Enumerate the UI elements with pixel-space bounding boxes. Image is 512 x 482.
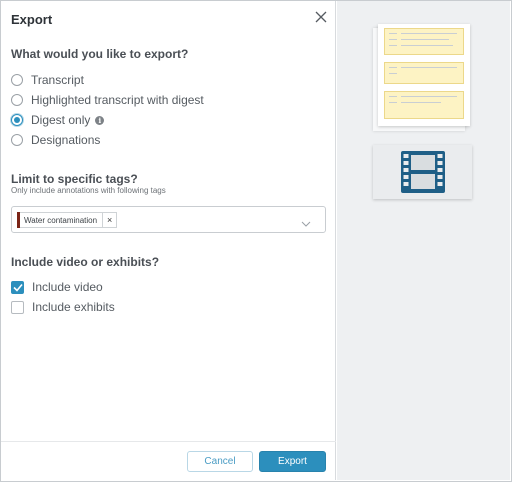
radio-transcript[interactable] xyxy=(11,74,23,86)
document-stack-preview xyxy=(373,24,470,131)
option-highlighted-transcript[interactable]: Highlighted transcript with digest xyxy=(11,92,204,108)
export-type-heading: What would you like to export? xyxy=(11,47,189,61)
chevron-down-icon[interactable] xyxy=(301,215,311,233)
option-digest-only-label: Digest only xyxy=(31,113,91,127)
tag-color-swatch xyxy=(17,212,20,228)
tag-chip: Water contamination × xyxy=(17,212,118,228)
tag-chip-label: Water contamination xyxy=(24,215,98,225)
radio-highlighted-transcript[interactable] xyxy=(11,94,23,106)
option-transcript-label: Transcript xyxy=(31,73,84,87)
checkbox-include-video[interactable] xyxy=(11,280,24,294)
export-button[interactable]: Export xyxy=(259,451,326,472)
highlight-band xyxy=(384,28,464,55)
option-transcript[interactable]: Transcript xyxy=(11,72,84,88)
close-icon[interactable] xyxy=(313,9,329,25)
dialog-title: Export xyxy=(11,12,53,27)
tag-select[interactable]: Water contamination × xyxy=(11,206,326,233)
tags-heading: Limit to specific tags? xyxy=(11,172,138,186)
document-page-front xyxy=(378,24,470,126)
footer-divider xyxy=(1,441,336,442)
option-include-exhibits[interactable]: Include exhibits xyxy=(11,299,115,315)
film-icon xyxy=(400,151,445,193)
radio-designations[interactable] xyxy=(11,134,23,146)
preview-pane xyxy=(337,1,510,480)
option-include-video[interactable]: Include video xyxy=(11,279,103,295)
highlight-band xyxy=(384,91,464,119)
checkmark-icon xyxy=(12,283,23,292)
option-include-exhibits-label: Include exhibits xyxy=(32,300,115,314)
tag-remove-icon[interactable]: × xyxy=(102,213,116,227)
tags-subtext: Only include annotations with following … xyxy=(11,186,166,195)
checkbox-include-exhibits[interactable] xyxy=(11,300,24,314)
option-designations-label: Designations xyxy=(31,133,101,147)
cancel-button[interactable]: Cancel xyxy=(187,451,253,472)
export-dialog: Export What would you like to export? Tr… xyxy=(1,1,336,480)
option-digest-only[interactable]: Digest only i xyxy=(11,112,105,128)
option-highlighted-transcript-label: Highlighted transcript with digest xyxy=(31,93,204,107)
option-designations[interactable]: Designations xyxy=(11,132,100,148)
info-icon[interactable]: i xyxy=(95,115,105,125)
highlight-band xyxy=(384,62,464,84)
media-heading: Include video or exhibits? xyxy=(11,255,160,269)
video-preview-card xyxy=(373,145,472,199)
radio-digest-only[interactable] xyxy=(11,114,23,126)
option-include-video-label: Include video xyxy=(32,280,103,294)
